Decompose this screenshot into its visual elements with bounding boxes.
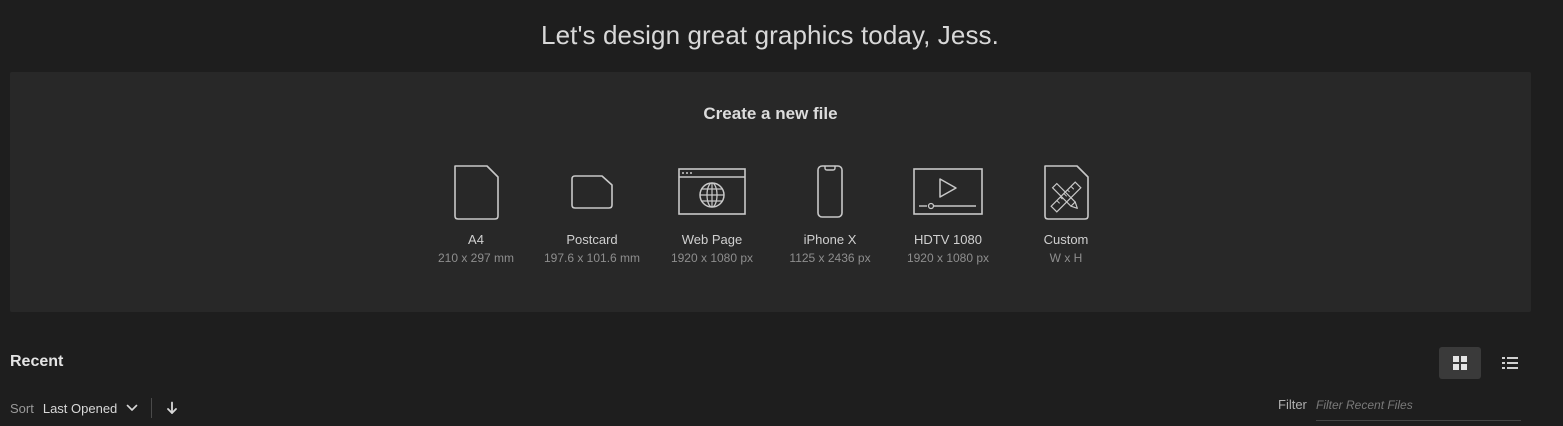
preset-size: 1920 x 1080 px bbox=[670, 251, 754, 265]
filter-label: Filter bbox=[1278, 397, 1307, 412]
greeting-heading: Let's design great graphics today, Jess. bbox=[541, 20, 999, 50]
arrow-down-icon bbox=[167, 401, 178, 414]
preset-name: HDTV 1080 bbox=[914, 232, 982, 247]
preset-hdtv-1080[interactable]: HDTV 1080 1920 x 1080 px bbox=[888, 160, 1008, 265]
preset-size: 197.6 x 101.6 mm bbox=[543, 251, 641, 265]
filter-recent-files-input[interactable] bbox=[1316, 390, 1521, 421]
sort-controls: Sort Last Opened bbox=[10, 398, 178, 418]
sort-dropdown[interactable]: Last Opened bbox=[43, 401, 117, 416]
grid-view-icon bbox=[1453, 356, 1467, 370]
home-screen: Let's design great graphics today, Jess.… bbox=[0, 0, 1563, 426]
custom-tools-icon bbox=[1006, 160, 1126, 224]
list-view-button[interactable] bbox=[1489, 347, 1531, 379]
grid-view-button[interactable] bbox=[1439, 347, 1481, 379]
preset-iphone-x[interactable]: iPhone X 1125 x 2436 px bbox=[770, 160, 890, 265]
preset-size: W x H bbox=[1049, 251, 1083, 265]
postcard-icon bbox=[532, 160, 652, 224]
list-view-icon bbox=[1502, 357, 1518, 369]
preset-name: iPhone X bbox=[803, 232, 857, 247]
create-new-file-panel: Create a new file A4 210 x 297 mm Postca… bbox=[10, 72, 1531, 312]
create-new-file-title: Create a new file bbox=[703, 104, 838, 123]
preset-name: Postcard bbox=[566, 232, 618, 247]
preset-name: A4 bbox=[468, 232, 484, 247]
phone-icon bbox=[770, 160, 890, 224]
preset-size: 1125 x 2436 px bbox=[789, 251, 871, 265]
preset-custom[interactable]: Custom W x H bbox=[1006, 160, 1126, 265]
sort-direction-button[interactable] bbox=[166, 401, 178, 415]
document-icon bbox=[416, 160, 536, 224]
recent-section-title: Recent bbox=[10, 353, 64, 370]
preset-web-page[interactable]: Web Page 1920 x 1080 px bbox=[652, 160, 772, 265]
chevron-down-icon[interactable] bbox=[126, 404, 138, 412]
preset-a4[interactable]: A4 210 x 297 mm bbox=[416, 160, 536, 265]
preset-size: 1920 x 1080 px bbox=[906, 251, 990, 265]
preset-name: Web Page bbox=[681, 232, 743, 247]
preset-postcard[interactable]: Postcard 197.6 x 101.6 mm bbox=[532, 160, 652, 265]
preset-name: Custom bbox=[1043, 232, 1089, 247]
web-page-icon bbox=[652, 160, 772, 224]
preset-size: 210 x 297 mm bbox=[437, 251, 515, 265]
video-icon bbox=[888, 160, 1008, 224]
sort-label: Sort bbox=[10, 400, 34, 416]
sort-divider bbox=[151, 398, 153, 418]
